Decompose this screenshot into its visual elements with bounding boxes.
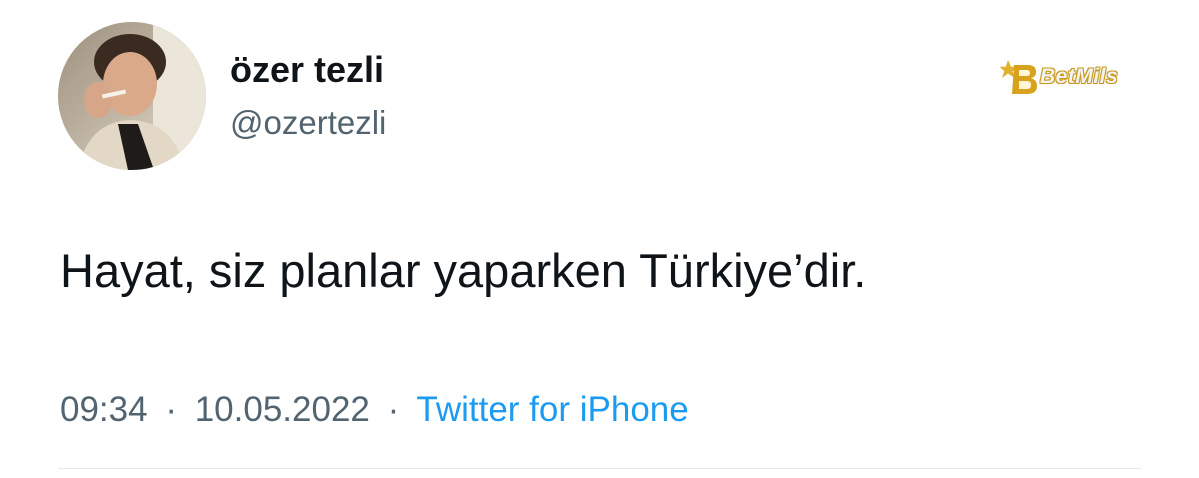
tweet-date[interactable]: 10.05.2022: [195, 390, 370, 429]
meta-separator: ·: [165, 390, 177, 429]
tweet-source-link[interactable]: Twitter for iPhone: [416, 390, 688, 429]
tweet-divider: [58, 468, 1141, 469]
author-avatar[interactable]: [58, 22, 206, 170]
author-display-name[interactable]: özer tezli: [230, 50, 384, 90]
tweet-card: özer tezli @ozertezli BetMils Hayat, siz…: [0, 0, 1199, 478]
meta-separator: ·: [387, 390, 400, 429]
watermark-text: BetMils: [1040, 65, 1119, 88]
avatar-photo-icon: [58, 22, 206, 170]
author-handle[interactable]: @ozertezli: [230, 104, 386, 142]
watermark-logo: BetMils: [998, 55, 1154, 99]
tweet-text: Hayat, siz planlar yaparken Türkiye’dir.: [60, 244, 867, 297]
betmils-logo-icon: [999, 60, 1037, 94]
tweet-metadata: 09:34 · 10.05.2022 · Twitter for iPhone: [60, 388, 689, 432]
tweet-time[interactable]: 09:34: [60, 390, 148, 429]
